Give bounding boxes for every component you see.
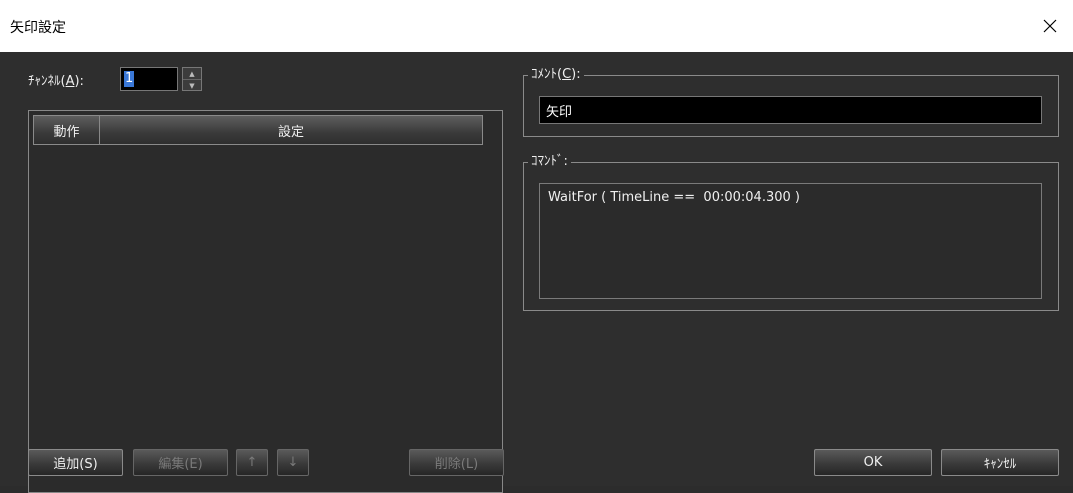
window-title: 矢印設定 (10, 20, 66, 36)
dialog-body: ﾁｬﾝﾈﾙ(A): 1 ▲ ▼ 動作 設定 追加(S) 編集(E) ↑ ↓ 削除… (0, 52, 1073, 493)
close-icon (1043, 19, 1057, 33)
ok-button[interactable]: OK (814, 449, 932, 476)
comment-label-suffix: ): (571, 67, 581, 82)
channel-input[interactable]: 1 (120, 67, 178, 91)
spin-down-icon[interactable]: ▼ (183, 79, 201, 91)
add-button[interactable]: 追加(S) (28, 449, 123, 476)
move-down-button[interactable]: ↓ (277, 449, 309, 476)
title-bar: 矢印設定 (0, 0, 1073, 52)
comment-label-text: ｺﾒﾝﾄ( (531, 67, 563, 82)
move-up-button[interactable]: ↑ (236, 449, 268, 476)
delete-button[interactable]: 削除(L) (409, 449, 504, 476)
edit-button[interactable]: 編集(E) (133, 449, 228, 476)
channel-value: 1 (124, 71, 135, 87)
comment-input[interactable]: 矢印 (539, 96, 1042, 124)
action-list[interactable]: 動作 設定 (28, 110, 503, 493)
channel-label: ﾁｬﾝﾈﾙ(A): (28, 70, 84, 89)
cancel-button[interactable]: ｷｬﾝｾﾙ (941, 449, 1059, 476)
channel-label-suffix: ): (74, 74, 84, 89)
command-text[interactable]: WaitFor ( TimeLine == 00:00:04.300 ) (539, 183, 1042, 299)
column-header-action[interactable]: 動作 (34, 116, 100, 144)
channel-label-text: ﾁｬﾝﾈﾙ( (28, 74, 66, 89)
command-label: ｺﾏﾝﾄﾞ: (528, 154, 571, 170)
spin-up-icon[interactable]: ▲ (183, 68, 201, 79)
list-header: 動作 設定 (33, 115, 483, 145)
comment-mnemonic: C (562, 67, 572, 82)
channel-spinner[interactable]: ▲ ▼ (182, 67, 202, 91)
close-button[interactable] (1027, 0, 1073, 52)
comment-label: ｺﾒﾝﾄ(C): (528, 67, 584, 83)
column-header-setting[interactable]: 設定 (100, 116, 482, 144)
